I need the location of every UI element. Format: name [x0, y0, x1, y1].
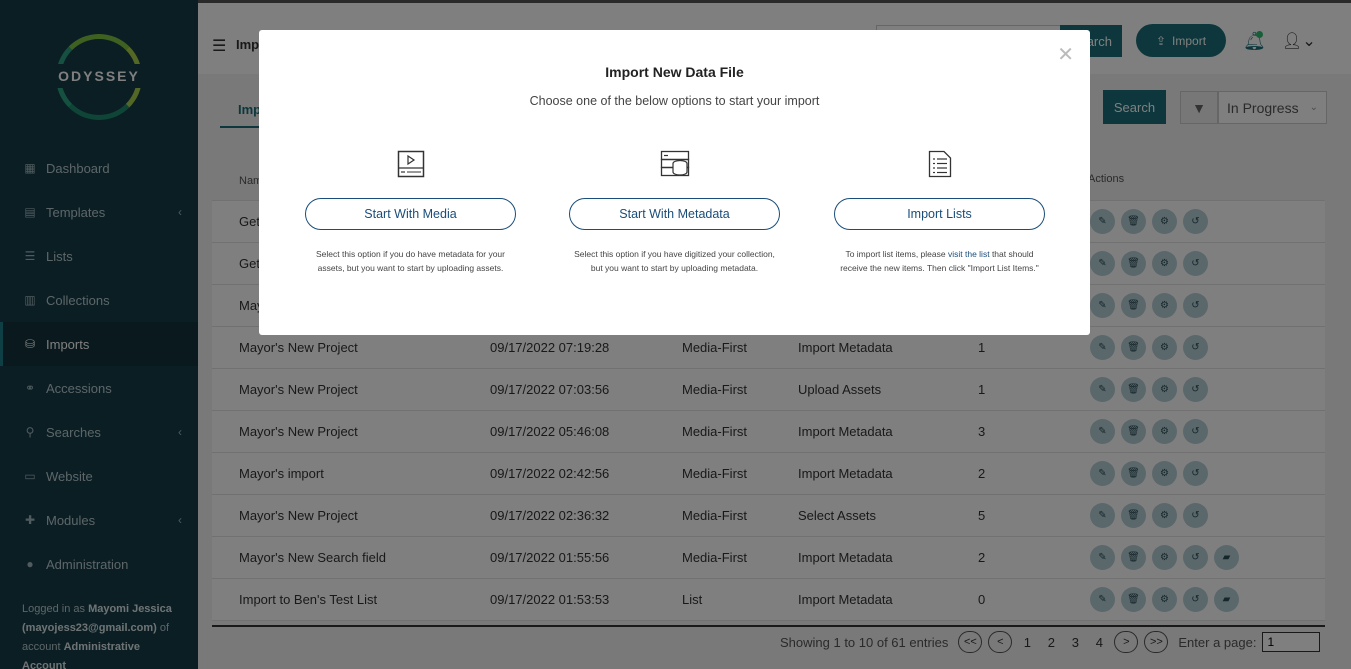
video-file-icon: [305, 150, 516, 182]
option-media-description: Select this option if you do have metada…: [315, 249, 505, 273]
option-lists: Import Lists To import list items, pleas…: [834, 150, 1045, 275]
option-lists-description: To import list items, please visit the l…: [834, 248, 1045, 275]
option-media: Start With Media Select this option if y…: [305, 150, 516, 275]
option-metadata-description: Select this option if you have digitized…: [574, 249, 775, 273]
option-metadata: Start With Metadata Select this option i…: [569, 150, 780, 275]
modal-subtitle: Choose one of the below options to start…: [529, 94, 820, 108]
start-with-media-button[interactable]: Start With Media: [305, 198, 516, 230]
database-icon: [569, 150, 780, 182]
list-document-icon: [834, 150, 1045, 182]
lists-desc-before: To import list items, please: [845, 249, 946, 259]
visit-the-list-link[interactable]: visit the list: [948, 249, 990, 259]
import-lists-button[interactable]: Import Lists: [834, 198, 1045, 230]
start-with-metadata-button[interactable]: Start With Metadata: [569, 198, 780, 230]
modal-title: Import New Data File: [605, 64, 744, 80]
import-modal: ✕ Import New Data File Choose one of the…: [259, 30, 1090, 335]
